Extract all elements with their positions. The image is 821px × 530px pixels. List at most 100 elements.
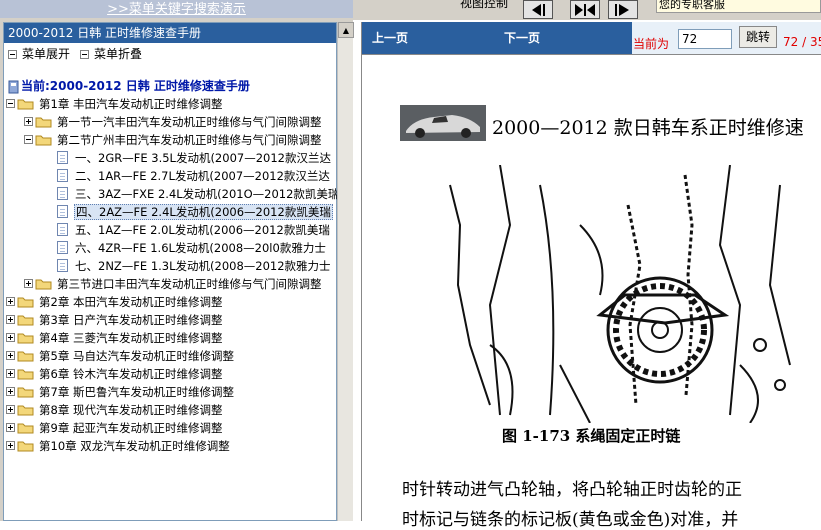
tree-item-label: 第二节广州丰田汽车发动机正时维修与气门间隙调整 (57, 133, 322, 147)
tree-doc-item[interactable]: 七、2NZ—FE 1.3L发动机(2008—2012款雅力士 (57, 257, 332, 275)
current-page-label: 当前为 (633, 37, 670, 51)
tree-doc-item[interactable]: 二、1AR—FE 2.7L发动机(2007—2012款汉兰达 (57, 167, 331, 185)
tree-root-label: 当前:2000-2012 日韩 正时维修速查手册 (21, 79, 250, 93)
page-number-input[interactable]: 72 (678, 29, 732, 49)
minus-box-icon (80, 50, 89, 59)
tree-folder-item[interactable]: 第2章 本田汽车发动机正时维修调整 (6, 293, 223, 311)
arrow-right-bar-icon (615, 3, 629, 16)
tree-item-label: 第7章 斯巴鲁汽车发动机正时维修调整 (39, 385, 234, 399)
folder-icon (17, 332, 34, 344)
fit-page-button[interactable] (570, 0, 600, 19)
tree-folder-item[interactable]: 第4章 三菱汽车发动机正时维修调整 (6, 329, 223, 347)
document-icon (57, 259, 68, 272)
tree-item-label: 第8章 现代汽车发动机正时维修调整 (39, 403, 223, 417)
tree-doc-item[interactable]: 四、2AZ—FE 2.4L发动机(2006—2012款凯美瑞 (57, 203, 333, 221)
document-icon (57, 223, 68, 236)
tree-folder-item[interactable]: 第9章 起亚汽车发动机正时维修调整 (6, 419, 223, 437)
expand-plus-icon[interactable] (6, 297, 15, 306)
timing-chain-figure (430, 164, 821, 424)
folder-icon (17, 98, 34, 110)
folder-icon (17, 368, 34, 380)
figure-caption: 图 1-173 系绳固定正时链 (502, 427, 681, 445)
document-icon (57, 169, 68, 182)
document-heading: 2000—2012 款日韩车系正时维修速 (492, 117, 804, 139)
expand-all-control[interactable]: 菜单展开 (8, 45, 70, 63)
tree-folder-item[interactable]: 第10章 双龙汽车发动机正时维修调整 (6, 437, 231, 455)
folder-icon (17, 386, 34, 398)
tree-doc-item[interactable]: 三、3AZ—FXE 2.4L发动机(201O—2012款凯美瑞 (57, 185, 340, 203)
scroll-up-icon[interactable]: ▲ (338, 22, 354, 38)
tree-folder-item[interactable]: 第三节进口丰田汽车发动机正时维修与气门间隙调整 (24, 275, 323, 293)
tree-item-label: 一、2GR—FE 3.5L发动机(2007—2012款汉兰达 (75, 151, 331, 165)
sports-car-image (400, 105, 486, 141)
last-page-button[interactable] (608, 0, 638, 19)
prev-page-button[interactable]: 上一页 (368, 30, 413, 47)
tree-doc-item[interactable]: 五、1AZ—FE 2.0L发动机(2006—2012款凯美瑞 (57, 221, 331, 239)
tree-item-label: 第4章 三菱汽车发动机正时维修调整 (39, 331, 223, 345)
tree-item-label: 第1章 丰田汽车发动机正时维修调整 (39, 97, 223, 111)
folder-icon (17, 440, 34, 452)
body-text-line: 时标记与链条的标记板(黄色或金色)对准，并 (402, 510, 739, 530)
tree-item-label: 三、3AZ—FXE 2.4L发动机(201O—2012款凯美瑞 (75, 187, 340, 201)
expand-plus-icon[interactable] (24, 279, 33, 288)
keyword-search-demo-link[interactable]: >>菜单关键字搜索演示 (0, 0, 353, 18)
expand-all-label: 菜单展开 (22, 47, 71, 61)
expand-plus-icon[interactable] (6, 423, 15, 432)
expand-plus-icon[interactable] (6, 405, 15, 414)
folder-icon (35, 116, 52, 128)
document-icon (57, 187, 68, 200)
tree-item-label: 二、1AR—FE 2.7L发动机(2007—2012款汉兰达 (75, 169, 330, 183)
document-icon (57, 151, 68, 164)
tree-folder-item[interactable]: 第一节一汽丰田汽车发动机正时维修与气门间隙调整 (24, 113, 323, 131)
document-page: 2000—2012 款日韩车系正时维修速 图 1-173 系绳固定正时链 时针转… (362, 54, 821, 530)
next-page-button[interactable]: 下一页 (504, 29, 540, 46)
folder-icon (35, 278, 52, 290)
tree-item-label: 五、1AZ—FE 2.0L发动机(2006—2012款凯美瑞 (75, 223, 330, 237)
expand-plus-icon[interactable] (6, 387, 15, 396)
expand-plus-icon[interactable] (6, 333, 15, 342)
double-arrow-icon (575, 3, 595, 16)
body-text-line: 时针转动进气凸轮轴，将凸轮轴正时齿轮的正 (402, 480, 742, 500)
tree-item-label: 第一节一汽丰田汽车发动机正时维修与气门间隙调整 (57, 115, 322, 129)
customer-service-box[interactable]: 您的专职客服 (656, 0, 821, 13)
tree-root[interactable]: 当前:2000-2012 日韩 正时维修速查手册 (8, 77, 250, 95)
tree-item-label: 第9章 起亚汽车发动机正时维修调整 (39, 421, 223, 435)
book-icon (8, 80, 19, 93)
tree-folder-item[interactable]: 第8章 现代汽车发动机正时维修调整 (6, 401, 223, 419)
minus-box-icon (8, 50, 17, 59)
tree-item-label: 第三节进口丰田汽车发动机正时维修与气门间隙调整 (57, 277, 322, 291)
tree-item-label: 六、4ZR—FE 1.6L发动机(2008—20l0款雅力士 (75, 241, 326, 255)
toc-scrollbar[interactable]: ▲ (337, 22, 354, 521)
tree-item-label: 第5章 马自达汽车发动机正时维修调整 (39, 349, 234, 363)
expand-plus-icon[interactable] (24, 117, 33, 126)
tree-item-label: 第3章 日产汽车发动机正时维修调整 (39, 313, 223, 327)
tree-folder-item[interactable]: 第7章 斯巴鲁汽车发动机正时维修调整 (6, 383, 235, 401)
expand-plus-icon[interactable] (6, 441, 15, 450)
expand-plus-icon[interactable] (6, 351, 15, 360)
folder-icon (17, 404, 34, 416)
tree-item-label: 四、2AZ—FE 2.4L发动机(2006—2012款凯美瑞 (74, 204, 333, 220)
folder-icon (17, 422, 34, 434)
arrow-left-bar-icon (532, 3, 545, 16)
collapse-minus-icon[interactable] (6, 99, 15, 108)
collapse-all-control[interactable]: 菜单折叠 (80, 45, 142, 63)
tree-item-label: 第2章 本田汽车发动机正时维修调整 (39, 295, 223, 309)
tree-folder-item[interactable]: 第3章 日产汽车发动机正时维修调整 (6, 311, 223, 329)
folder-icon (35, 134, 52, 146)
first-page-button[interactable] (523, 0, 553, 19)
goto-page-button[interactable]: 跳转 (739, 26, 777, 48)
tree-folder-item[interactable]: 第5章 马自达汽车发动机正时维修调整 (6, 347, 235, 365)
collapse-all-label: 菜单折叠 (94, 47, 143, 61)
tree-doc-item[interactable]: 一、2GR—FE 3.5L发动机(2007—2012款汉兰达 (57, 149, 332, 167)
collapse-minus-icon[interactable] (24, 135, 33, 144)
expand-plus-icon[interactable] (6, 369, 15, 378)
tree-folder-item[interactable]: 第1章 丰田汽车发动机正时维修调整 (6, 95, 223, 113)
tree-folder-item[interactable]: 第6章 铃木汽车发动机正时维修调整 (6, 365, 223, 383)
page-count: 72 / 35 (783, 35, 821, 49)
folder-icon (17, 296, 34, 308)
expand-plus-icon[interactable] (6, 315, 15, 324)
toc-panel: 2000-2012 日韩 正时维修速查手册 菜单展开 菜单折叠 当前:2000-… (3, 22, 340, 521)
tree-folder-item[interactable]: 第二节广州丰田汽车发动机正时维修与气门间隙调整 (24, 131, 323, 149)
view-control-label: 视图控制 (460, 0, 509, 10)
tree-doc-item[interactable]: 六、4ZR—FE 1.6L发动机(2008—20l0款雅力士 (57, 239, 327, 257)
